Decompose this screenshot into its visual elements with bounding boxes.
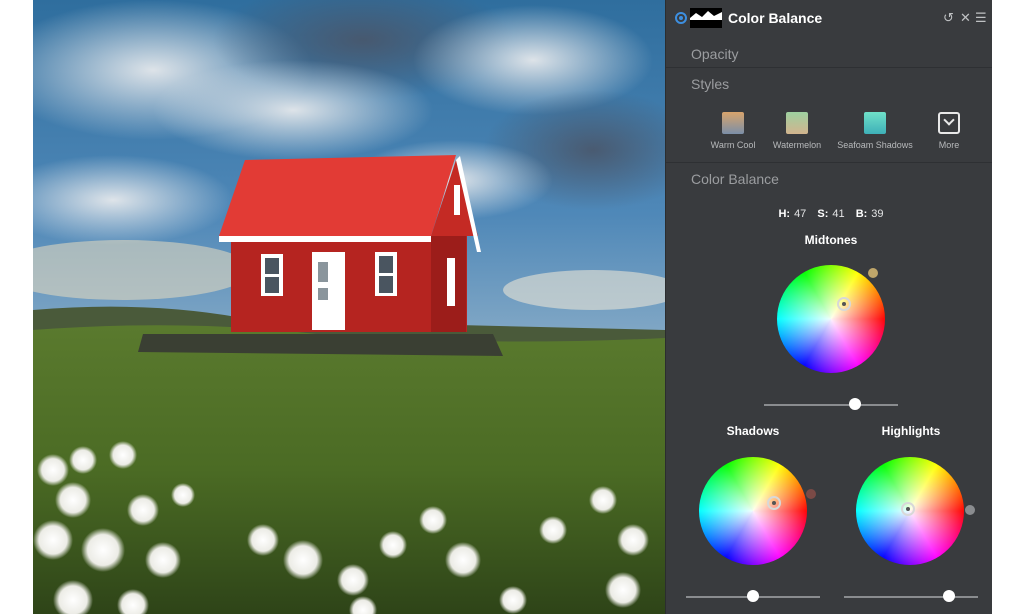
midtones-color-indicator — [868, 268, 878, 278]
shadows-wheel-handle[interactable] — [767, 496, 781, 510]
photo-canvas[interactable] — [33, 0, 665, 614]
midtones-color-wheel[interactable] — [777, 265, 885, 373]
more-styles-button[interactable]: More — [929, 112, 969, 150]
b-value: 39 — [871, 208, 884, 220]
h-label: H: — [778, 208, 791, 220]
photo-image — [33, 0, 665, 614]
highlights-color-indicator — [965, 505, 975, 515]
hsb-readout: H: 47 S: 41 B: 39 — [666, 208, 992, 220]
seafoam-shadows-swatch — [864, 112, 886, 134]
panel-header: Color Balance ↺ ✕ ☰ — [666, 0, 992, 36]
h-value: 47 — [794, 208, 807, 220]
highlights-slider-track[interactable] — [844, 596, 978, 598]
shadows-slider-knob[interactable] — [747, 590, 759, 602]
section-opacity[interactable]: Opacity — [691, 46, 738, 62]
section-styles[interactable]: Styles — [691, 76, 729, 92]
midtones-slider-track[interactable] — [764, 404, 898, 406]
close-icon[interactable]: ✕ — [960, 10, 971, 26]
midtones-slider-knob[interactable] — [849, 398, 862, 410]
warm-cool-swatch — [722, 112, 744, 134]
s-value: 41 — [832, 208, 845, 220]
highlights-slider-knob[interactable] — [942, 590, 955, 602]
highlights-wheel-handle[interactable] — [901, 502, 915, 516]
divider — [666, 162, 992, 163]
panel-title: Color Balance — [728, 10, 823, 26]
shadows-title: Shadows — [726, 424, 780, 438]
shadows-color-indicator — [806, 489, 816, 499]
more-label: More — [938, 140, 960, 150]
style-watermelon[interactable]: Watermelon — [766, 112, 828, 150]
color-balance-panel: Color Balance ↺ ✕ ☰ Opacity Styles Warm … — [665, 0, 992, 614]
midtones-wheel-handle[interactable] — [837, 297, 851, 311]
b-label: B: — [855, 208, 868, 220]
undo-icon[interactable]: ↺ — [943, 10, 954, 26]
style-seafoam-shadows[interactable]: Seafoam Shadows — [833, 112, 917, 150]
s-label: S: — [817, 208, 829, 220]
style-warm-cool[interactable]: Warm Cool — [708, 112, 758, 150]
midtones-title: Midtones — [804, 233, 858, 247]
shadows-color-wheel[interactable] — [699, 457, 807, 565]
style-label: Warm Cool — [710, 140, 756, 150]
watermelon-swatch — [786, 112, 808, 134]
chevron-down-icon — [938, 112, 960, 134]
style-label: Watermelon — [772, 140, 822, 150]
style-label: Seafoam Shadows — [837, 140, 913, 150]
hamburger-menu-icon[interactable]: ☰ — [975, 10, 987, 26]
divider — [666, 67, 992, 68]
section-color-balance[interactable]: Color Balance — [691, 171, 779, 187]
radio-dot-icon[interactable] — [675, 12, 687, 24]
highlights-title: Highlights — [881, 424, 941, 438]
mountain-thumbnail-icon — [690, 8, 722, 28]
